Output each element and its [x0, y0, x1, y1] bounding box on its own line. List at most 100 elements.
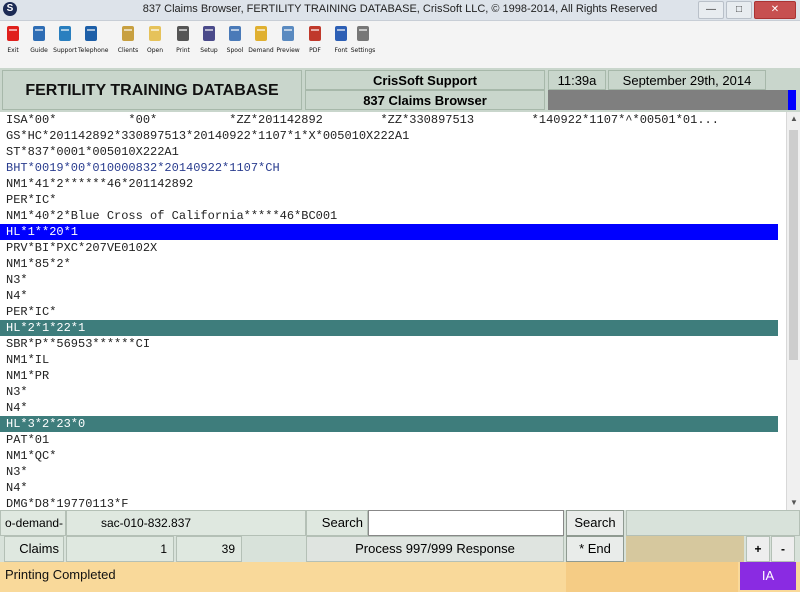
exit-icon [4, 24, 22, 44]
toolbar-label: Guide [30, 47, 48, 54]
current-date: September 29th, 2014 [608, 70, 766, 90]
toolbar-label: Preview [276, 47, 300, 54]
toolbar-label: Support [53, 47, 77, 54]
telephone-icon [82, 24, 100, 44]
edi-segment-line[interactable]: NM1*85*2* [0, 256, 778, 272]
edi-segment-line[interactable]: PAT*01 [0, 432, 778, 448]
preview-icon [279, 24, 297, 44]
claims-current: 1 [66, 536, 174, 562]
status-message: Printing Completed [5, 567, 116, 582]
print-icon [174, 24, 192, 44]
toolbar-open-button[interactable]: Open [142, 24, 168, 54]
edi-segment-line[interactable]: N4* [0, 400, 778, 416]
pdf-icon [306, 24, 324, 44]
title-bar: S 837 Claims Browser, FERTILITY TRAINING… [0, 0, 800, 21]
toolbar-label: Setup [200, 47, 218, 54]
edi-segment-line[interactable]: HL*1**20*1 [0, 224, 778, 240]
window-title: 837 Claims Browser, FERTILITY TRAINING D… [142, 3, 658, 15]
edi-segment-line[interactable]: PER*IC* [0, 192, 778, 208]
database-title: FERTILITY TRAINING DATABASE [2, 70, 302, 110]
setup-icon [200, 24, 218, 44]
scroll-up-icon[interactable]: ▲ [787, 112, 800, 126]
edi-segment-line[interactable]: NM1*40*2*Blue Cross of California*****46… [0, 208, 778, 224]
edi-segment-line[interactable]: NM1*QC* [0, 448, 778, 464]
toolbar-spool-button[interactable]: Spool [222, 24, 248, 54]
support-label: CrisSoft Support [305, 70, 545, 90]
edi-segment-line[interactable]: BHT*0019*00*010000832*20140922*1107*CH [0, 160, 778, 176]
vertical-scrollbar[interactable]: ▲ ▼ [786, 112, 800, 510]
claims-total: 39 [176, 536, 242, 562]
font-icon [332, 24, 350, 44]
search-button[interactable]: Search [566, 510, 624, 536]
edi-segment-line[interactable]: PER*IC* [0, 304, 778, 320]
status-bar: Printing Completed IA [0, 562, 800, 592]
scroll-down-icon[interactable]: ▼ [787, 496, 800, 510]
minus-button[interactable]: - [771, 536, 795, 562]
toolbar-pdf-button[interactable]: PDF [302, 24, 328, 54]
browser-label: 837 Claims Browser [305, 90, 545, 110]
edi-segment-line[interactable]: ST*837*0001*005010X222A1 [0, 144, 778, 160]
search-label: Search [306, 510, 368, 536]
maximize-button[interactable]: □ [726, 1, 752, 19]
bottom-panel: o-demand- sac-010-832.837 Search Search … [0, 510, 800, 562]
toolbar-clients-button[interactable]: Clients [115, 24, 141, 54]
edi-segment-line[interactable]: N4* [0, 288, 778, 304]
window-controls: — □ ✕ [698, 1, 796, 19]
toolbar-label: Spool [226, 47, 244, 54]
toolbar-demand-button[interactable]: Demand [248, 24, 274, 54]
edi-segment-line[interactable]: SBR*P**56953******CI [0, 336, 778, 352]
toolbar-label: Print [176, 47, 190, 54]
toolbar-label: Clients [117, 47, 139, 54]
end-button[interactable]: * End [566, 536, 624, 562]
claim-file-id: sac-010-832.837 [66, 510, 306, 536]
edi-segment-line[interactable]: N4* [0, 480, 778, 496]
edi-segment-line[interactable]: NM1*IL [0, 352, 778, 368]
toolbar-label: Telephone [78, 47, 109, 54]
toolbar-guide-button[interactable]: Guide [26, 24, 52, 54]
toolbar-settings-button[interactable]: Settings [350, 24, 376, 54]
toolbar-support-button[interactable]: Support [52, 24, 78, 54]
demand-icon [252, 24, 270, 44]
edi-segment-line[interactable]: PRV*BI*PXC*207VE0102X [0, 240, 778, 256]
bottom-fill [626, 536, 744, 562]
bottom-blank [626, 510, 800, 536]
support-icon [56, 24, 74, 44]
toolbar-label: Exit [7, 47, 19, 54]
toolbar-print-button[interactable]: Print [170, 24, 196, 54]
edi-segment-line[interactable]: N3* [0, 272, 778, 288]
claims-label: Claims [4, 536, 64, 562]
toolbar-exit-button[interactable]: Exit [0, 24, 26, 54]
spool-icon [226, 24, 244, 44]
edi-segment-line[interactable]: N3* [0, 464, 778, 480]
minimize-button[interactable]: — [698, 1, 724, 19]
edi-segment-line[interactable]: N3* [0, 384, 778, 400]
spool-type-field: o-demand- [0, 510, 66, 536]
process-response-button[interactable]: Process 997/999 Response [306, 536, 564, 562]
clock-time: 11:39a [548, 70, 606, 90]
status-fill [566, 562, 738, 592]
open-icon [146, 24, 164, 44]
toolbar-preview-button[interactable]: Preview [275, 24, 301, 54]
guide-icon [30, 24, 48, 44]
clients-icon [119, 24, 137, 44]
edi-segment-line[interactable]: NM1*41*2******46*201142892 [0, 176, 778, 192]
edi-segment-line[interactable]: ISA*00* *00* *ZZ*201142892 *ZZ*330897513… [0, 112, 778, 128]
edi-segment-line[interactable]: GS*HC*201142892*330897513*20140922*1107*… [0, 128, 778, 144]
toolbar-label: Settings [350, 47, 376, 54]
plus-button[interactable]: + [746, 536, 770, 562]
header-indicator [788, 90, 796, 110]
search-input[interactable] [368, 510, 564, 536]
edi-content-view[interactable]: ISA*00* *00* *ZZ*201142892 *ZZ*330897513… [0, 112, 786, 510]
toolbar-label: Open [146, 47, 164, 54]
toolbar-telephone-button[interactable]: Telephone [78, 24, 109, 54]
header-status-bar [548, 90, 788, 110]
edi-segment-line[interactable]: DMG*D8*19770113*F [0, 496, 778, 510]
ia-badge[interactable]: IA [740, 562, 796, 590]
edi-segment-line[interactable]: HL*3*2*23*0 [0, 416, 778, 432]
header: FERTILITY TRAINING DATABASE CrisSoft Sup… [0, 68, 800, 112]
close-button[interactable]: ✕ [754, 1, 796, 19]
toolbar-setup-button[interactable]: Setup [196, 24, 222, 54]
scroll-thumb[interactable] [789, 130, 798, 360]
edi-segment-line[interactable]: HL*2*1*22*1 [0, 320, 778, 336]
edi-segment-line[interactable]: NM1*PR [0, 368, 778, 384]
